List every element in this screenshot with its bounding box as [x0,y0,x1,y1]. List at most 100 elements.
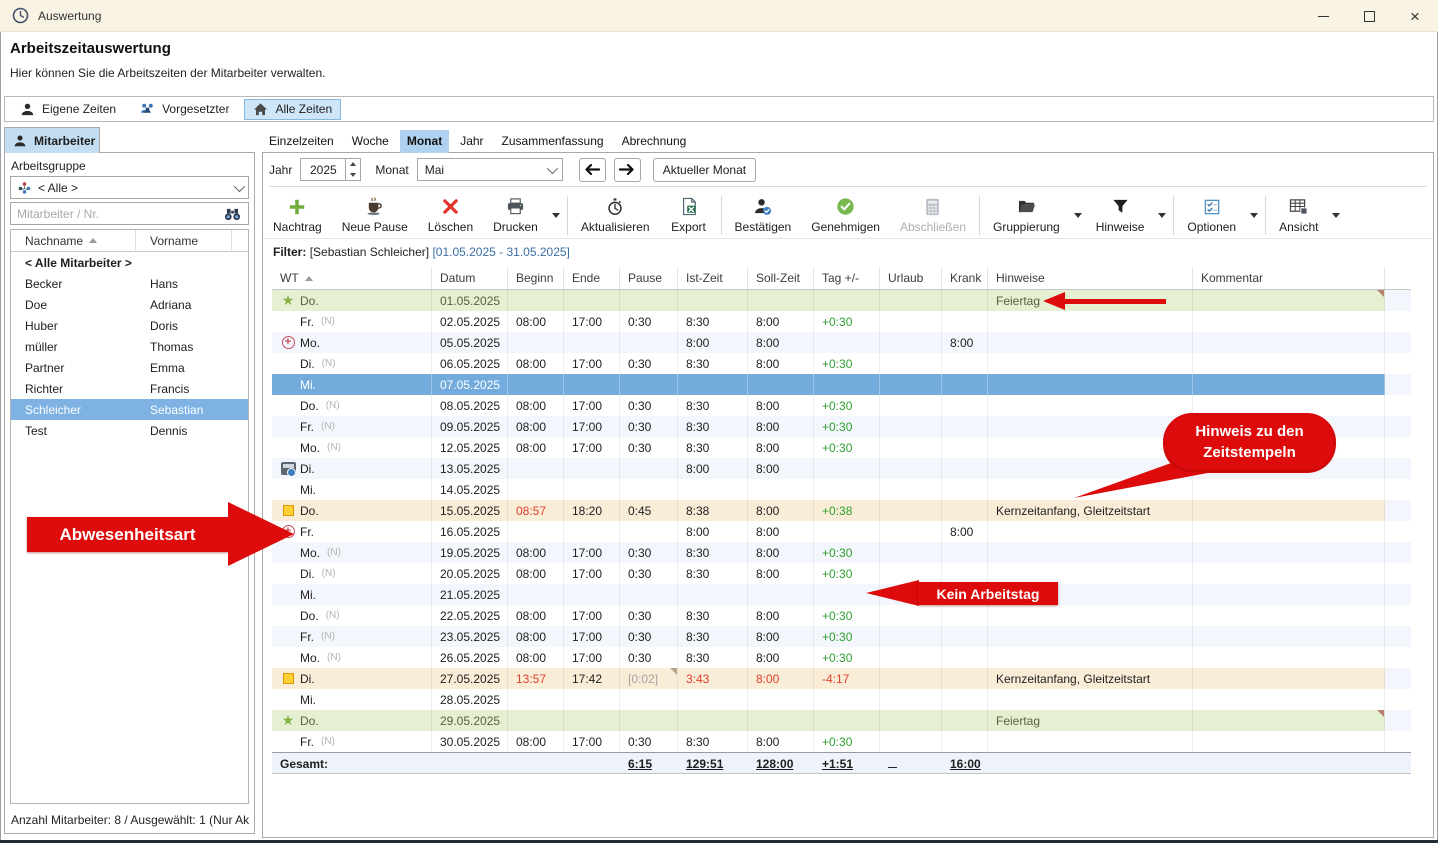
employee-row[interactable]: müllerThomas [11,336,248,357]
datum-value: 27.05.2025 [440,672,500,686]
time-row[interactable]: Mo.(N)26.05.202508:0017:000:308:308:00+0… [272,647,1411,668]
tab-einzelzeiten[interactable]: Einzelzeiten [262,130,341,153]
employee-row[interactable]: SchleicherSebastian [11,399,248,420]
column-ist-zeit[interactable]: Ist-Zeit [678,267,748,289]
tab-mitarbeiter[interactable]: Mitarbeiter [4,127,100,153]
hinweise-dropdown-button[interactable] [1154,193,1170,238]
column-soll-zeit[interactable]: Soll-Zeit [748,267,814,289]
tab-abrechnung[interactable]: Abrechnung [615,130,694,153]
employee-row[interactable]: RichterFrancis [11,378,248,399]
n-marker: (N) [327,547,341,558]
loeschen-button[interactable]: Löschen [418,193,483,238]
soll-value: 8:00 [756,315,779,329]
soll-value: 8:00 [756,399,779,413]
next-month-button[interactable] [614,158,641,182]
year-value[interactable]: 2025 [301,159,345,180]
hinweis-value: Feiertag [996,714,1040,728]
column-nachname[interactable]: Nachname [11,230,136,251]
column-kommentar[interactable]: Kommentar [1193,267,1385,289]
employee-row[interactable]: BeckerHans [11,273,248,294]
previous-month-button[interactable] [579,158,606,182]
tab-alle-zeiten[interactable]: Alle Zeiten [244,99,341,120]
absence-annotation: Abwesenheitsart [27,502,295,566]
column-pause[interactable]: Pause [620,267,678,289]
total-ist: 129:51 [686,757,723,771]
column-vorname[interactable]: Vorname [136,230,232,251]
genehmigen-button[interactable]: Genehmigen [801,193,890,238]
time-row[interactable]: Do.01.05.2025Feiertag [272,290,1411,311]
tab-jahr[interactable]: Jahr [453,130,490,153]
close-icon: × [1410,8,1420,25]
year-up-button[interactable] [346,159,360,170]
soll-value: 8:00 [756,441,779,455]
optionen-button[interactable]: Optionen [1177,193,1246,238]
hinweise-button[interactable]: Hinweise [1086,193,1155,238]
time-row[interactable]: Mi.28.05.2025 [272,689,1411,710]
export-button[interactable]: Export [660,193,718,238]
time-row[interactable]: Fr.(N)30.05.202508:0017:000:308:308:00+0… [272,731,1411,752]
maximize-button[interactable] [1346,0,1392,32]
employee-row[interactable]: PartnerEmma [11,357,248,378]
drucken-button[interactable]: Drucken [483,193,548,238]
time-row[interactable]: Mo.05.05.20258:008:008:00 [272,332,1411,353]
gruppierung-button[interactable]: Gruppierung [983,193,1070,238]
list-item-all-employees[interactable]: < Alle Mitarbeiter > [11,252,248,273]
column-hinweise[interactable]: Hinweise [988,267,1193,289]
employee-row[interactable]: DoeAdriana [11,294,248,315]
bestaetigen-button[interactable]: Bestätigen [725,193,802,238]
neue-pause-button[interactable]: Neue Pause [332,193,418,238]
time-row[interactable]: Do.29.05.2025Feiertag [272,710,1411,731]
employee-row[interactable]: TestDennis [11,420,248,441]
nachtrag-button[interactable]: Nachtrag [263,193,332,238]
time-row[interactable]: Fr.(N)23.05.202508:0017:000:308:308:00+0… [272,626,1411,647]
time-row[interactable]: Di.(N)20.05.202508:0017:000:308:308:00+0… [272,563,1411,584]
ansicht-dropdown-button[interactable] [1328,193,1344,238]
time-row[interactable]: Do.(N)22.05.202508:0017:000:308:308:00+0… [272,605,1411,626]
drucken-dropdown-button[interactable] [548,193,564,238]
time-row[interactable]: Di.27.05.202513:5717:42[0:02]3:438:00-4:… [272,668,1411,689]
ist-value: 8:00 [686,462,709,476]
time-row[interactable]: Mi.21.05.2025 [272,584,1411,605]
abschliessen-button[interactable]: Abschließen [890,193,976,238]
time-row[interactable]: Di.(N)06.05.202508:0017:000:308:308:00+0… [272,353,1411,374]
weekday-label: Mo. [300,546,320,560]
gruppierung-dropdown-button[interactable] [1070,193,1086,238]
column-ende[interactable]: Ende [564,267,620,289]
soll-value: 8:00 [756,672,779,686]
pause-value: 0:30 [628,630,651,644]
time-row[interactable]: Fr.(N)02.05.202508:0017:000:308:308:00+0… [272,311,1411,332]
tab-vorgesetzter[interactable]: Vorgesetzter [131,99,238,120]
aktualisieren-button[interactable]: Aktualisieren [571,193,660,238]
column-urlaub[interactable]: Urlaub [880,267,942,289]
ist-value: 8:30 [686,441,709,455]
time-row[interactable]: Fr.16.05.20258:008:008:00 [272,521,1411,542]
close-button[interactable]: × [1392,0,1438,32]
datum-value: 28.05.2025 [440,693,500,707]
month-select[interactable]: Mai [417,158,563,181]
datum-value: 02.05.2025 [440,315,500,329]
tab-monat[interactable]: Monat [400,130,449,153]
column-wt[interactable]: WT [272,267,432,289]
datum-value: 21.05.2025 [440,588,500,602]
tab-zusammenfassung[interactable]: Zusammenfassung [495,130,611,153]
ansicht-button[interactable]: Ansicht [1269,193,1328,238]
tab-eigene-zeiten[interactable]: Eigene Zeiten [11,99,125,120]
minimize-button[interactable] [1300,0,1346,32]
year-down-button[interactable] [346,170,360,181]
employee-firstname: Emma [136,361,232,375]
ist-value: 8:30 [686,546,709,560]
check-circle-icon [836,197,856,217]
column-beginn[interactable]: Beginn [508,267,564,289]
column-tag-saldo[interactable]: Tag +/- [814,267,880,289]
time-row[interactable]: Mi.07.05.2025 [272,374,1411,395]
time-row[interactable]: Mo.(N)19.05.202508:0017:000:308:308:00+0… [272,542,1411,563]
optionen-dropdown-button[interactable] [1246,193,1262,238]
tag-value: +0:30 [822,567,852,581]
tab-woche[interactable]: Woche [345,130,396,153]
workgroup-select[interactable]: < Alle > [10,176,249,199]
column-krank[interactable]: Krank [942,267,988,289]
current-month-button[interactable]: Aktueller Monat [653,158,756,182]
column-datum[interactable]: Datum [432,267,508,289]
employee-search-input[interactable] [17,207,223,221]
employee-row[interactable]: HuberDoris [11,315,248,336]
